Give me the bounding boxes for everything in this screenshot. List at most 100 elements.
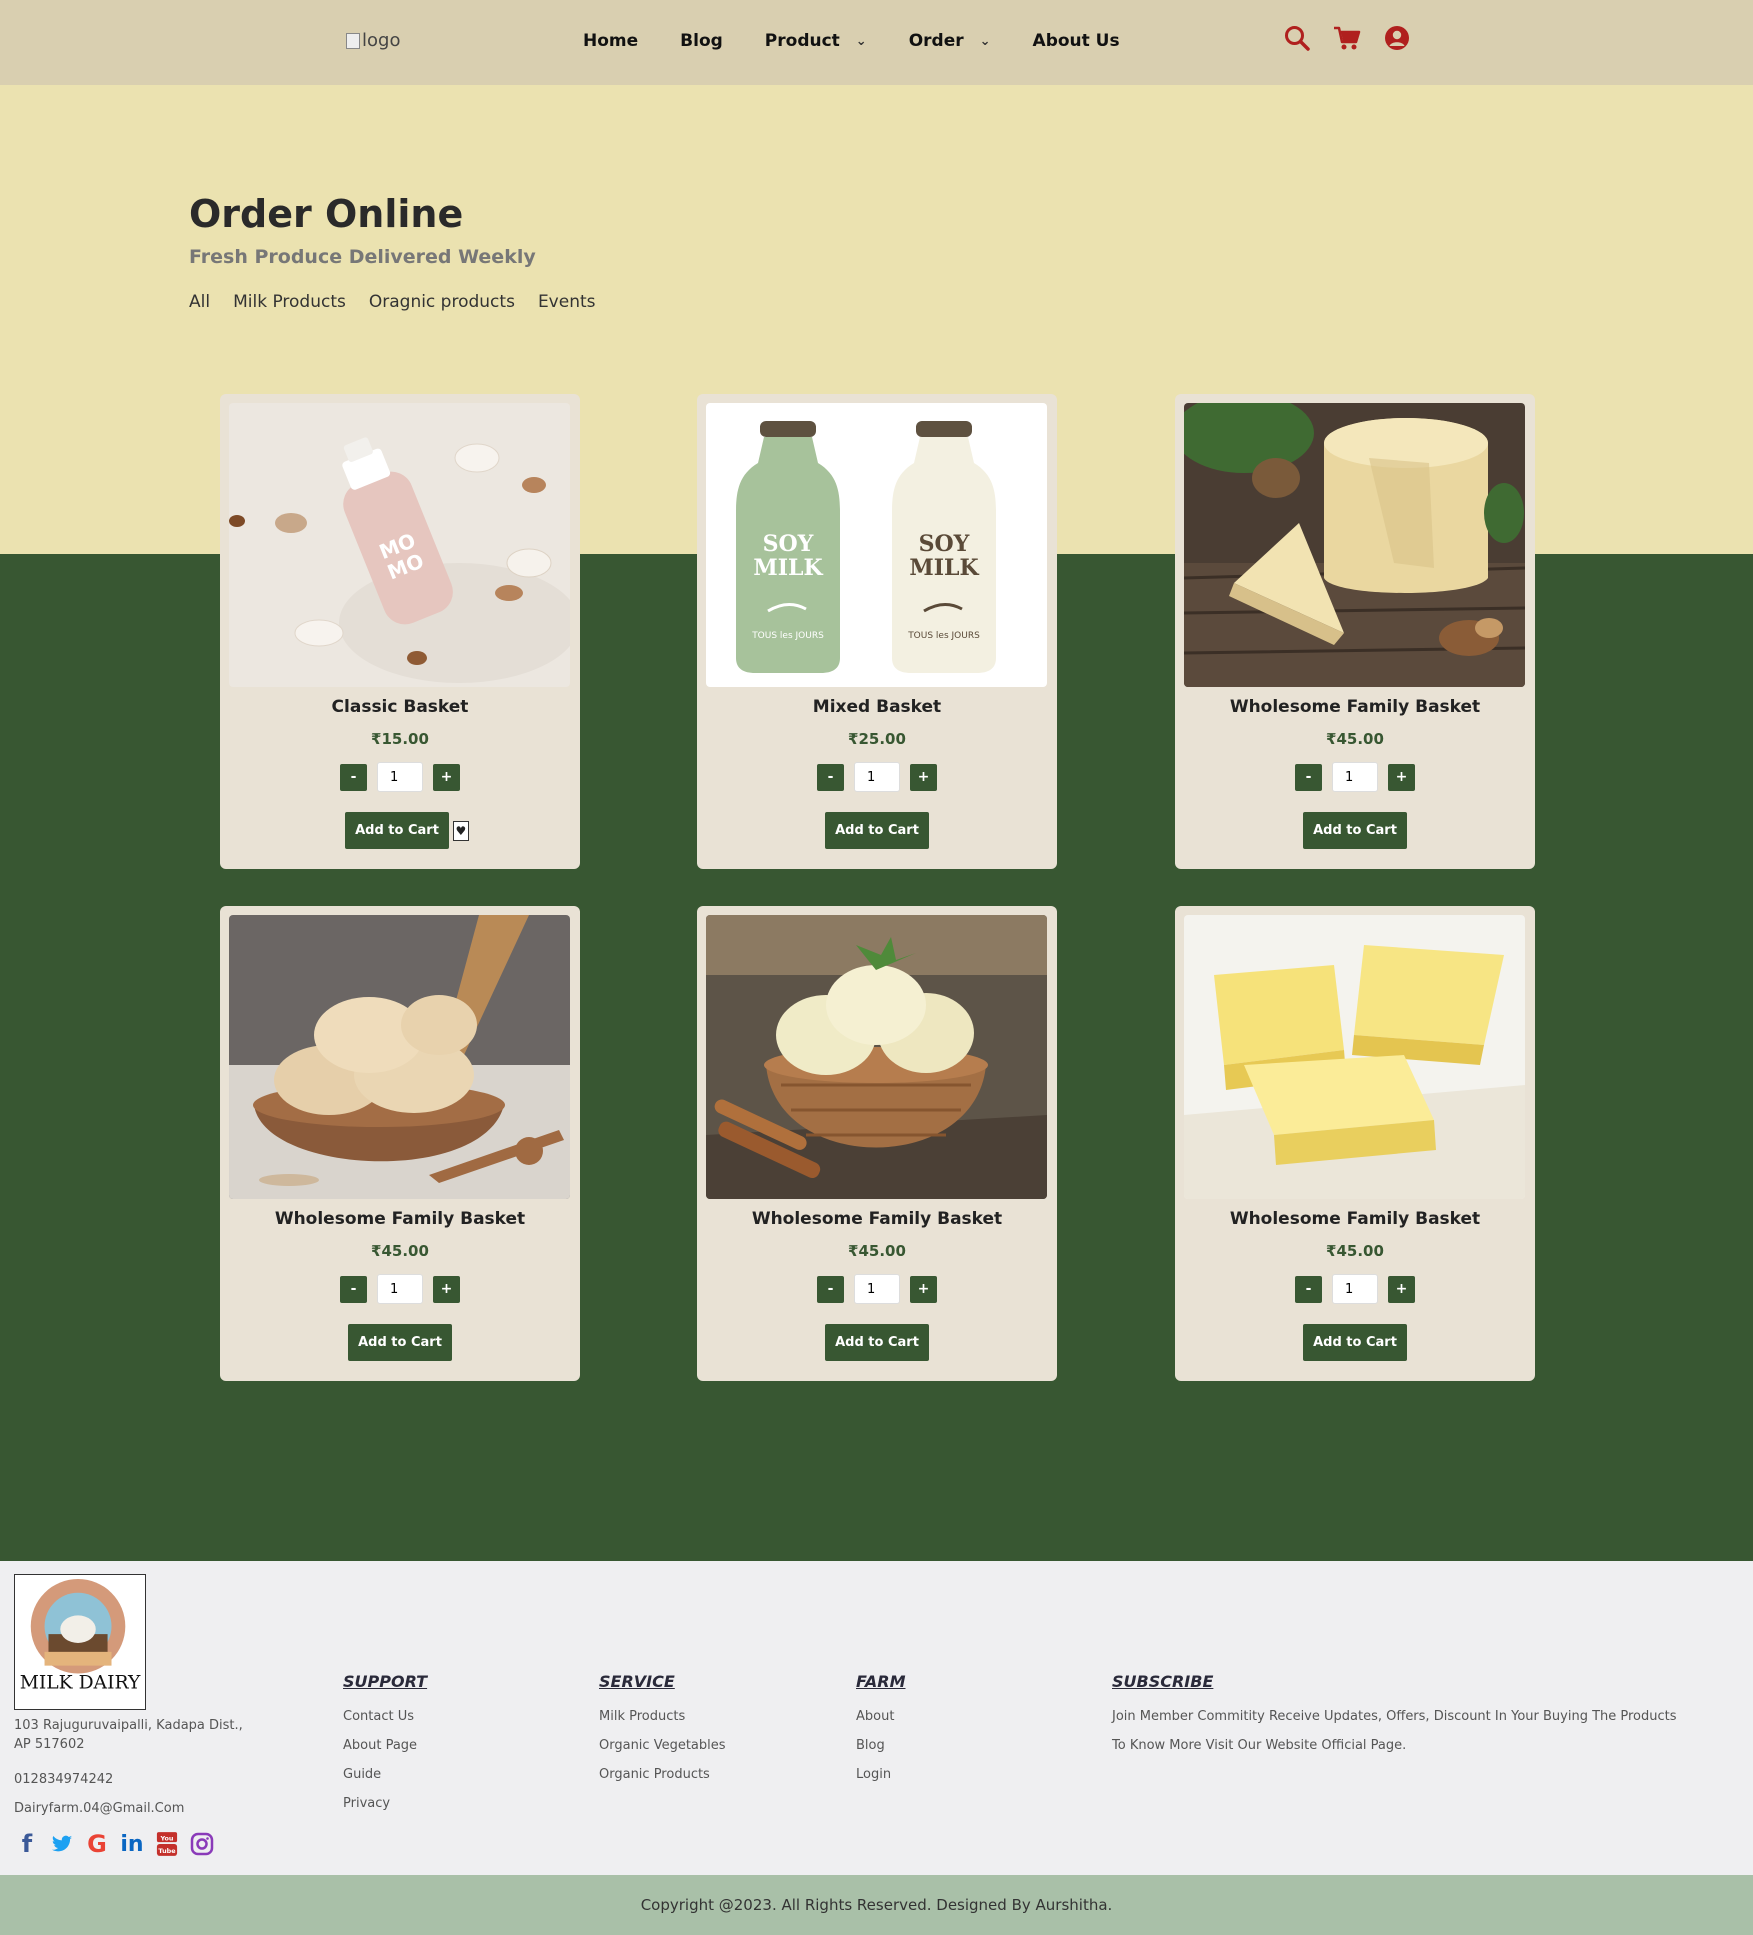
filter-all[interactable]: All — [189, 292, 210, 312]
quantity-input[interactable] — [1332, 1274, 1378, 1304]
svg-text:MILK DAIRY: MILK DAIRY — [20, 1672, 141, 1693]
footer-phone: 012834974242 — [14, 1772, 114, 1787]
add-to-cart-button[interactable]: Add to Cart — [825, 1324, 929, 1361]
page-subtitle: Fresh Produce Delivered Weekly — [189, 246, 536, 268]
broken-image-icon — [346, 32, 360, 49]
quantity-input[interactable] — [377, 762, 423, 792]
linkedin-icon[interactable]: in — [119, 1830, 145, 1858]
increase-qty-button[interactable]: + — [1388, 763, 1415, 791]
nav-product[interactable]: Product ⌄ — [765, 31, 867, 51]
logo[interactable]: logo — [346, 30, 400, 51]
product-name: Classic Basket — [331, 697, 469, 717]
product-price: ₹45.00 — [1326, 730, 1384, 748]
svg-text:SOY: SOY — [763, 531, 814, 557]
product-price: ₹15.00 — [371, 730, 429, 748]
milk-dairy-logo[interactable]: MILK DAIRY — [14, 1574, 146, 1710]
site-footer: MILK DAIRY 103 Rajuguruvaipalli, Kadapa … — [0, 1561, 1753, 1875]
link-login[interactable]: Login — [856, 1760, 906, 1789]
support-heading: SUPPORT — [343, 1672, 428, 1691]
footer-email[interactable]: Dairyfarm.04@Gmail.Com — [14, 1801, 184, 1816]
quantity-input[interactable] — [854, 762, 900, 792]
svg-text:MILK: MILK — [909, 555, 979, 581]
increase-qty-button[interactable]: + — [910, 763, 937, 791]
filter-milk-products[interactable]: Milk Products — [233, 292, 346, 312]
decrease-qty-button[interactable]: - — [340, 763, 367, 791]
add-to-cart-button[interactable]: Add to Cart — [1303, 1324, 1407, 1361]
nav-blog-label: Blog — [680, 31, 723, 51]
increase-qty-button[interactable]: + — [1388, 1275, 1415, 1303]
search-icon[interactable] — [1283, 24, 1311, 52]
link-contact-us[interactable]: Contact Us — [343, 1702, 427, 1731]
footer-subscribe: SUBSCRIBE Join Member Commitity Receive … — [1112, 1672, 1712, 1760]
cart-row: Add to Cart — [1175, 1324, 1535, 1361]
quantity-stepper: - + — [697, 1274, 1057, 1304]
nav-order-label: Order — [908, 31, 964, 51]
add-to-cart-button[interactable]: Add to Cart — [348, 1324, 452, 1361]
decrease-qty-button[interactable]: - — [1295, 1275, 1322, 1303]
add-to-cart-button[interactable]: Add to Cart — [1303, 812, 1407, 849]
footer-support: SUPPORT Contact Us About Page Guide Priv… — [343, 1672, 427, 1818]
facebook-icon[interactable]: f — [14, 1830, 40, 1858]
header-actions — [1283, 24, 1411, 52]
increase-qty-button[interactable]: + — [433, 1275, 460, 1303]
chevron-down-icon: ⌄ — [855, 33, 867, 49]
product-name: Mixed Basket — [812, 697, 942, 717]
decrease-qty-button[interactable]: - — [817, 1275, 844, 1303]
svg-text:SOY: SOY — [919, 531, 970, 557]
quantity-input[interactable] — [854, 1274, 900, 1304]
nav-blog[interactable]: Blog — [680, 31, 723, 51]
svg-text:TOUS les JOURS: TOUS les JOURS — [907, 631, 980, 641]
category-filters: All Milk Products Oragnic products Event… — [189, 292, 596, 312]
link-about[interactable]: About — [856, 1702, 906, 1731]
youtube-icon[interactable]: You Tube — [154, 1830, 180, 1858]
product-card: Wholesome Family Basket ₹45.00 - + Add t… — [1175, 394, 1535, 869]
quantity-input[interactable] — [377, 1274, 423, 1304]
link-privacy[interactable]: Privacy — [343, 1789, 427, 1818]
filter-organic-products[interactable]: Oragnic products — [369, 292, 515, 312]
product-image-vanilla-ice-cream — [706, 915, 1047, 1199]
product-price: ₹45.00 — [848, 1242, 906, 1260]
copyright: Copyright @2023. All Rights Reserved. De… — [0, 1875, 1753, 1935]
product-name: Wholesome Family Basket — [274, 1209, 526, 1229]
filter-events[interactable]: Events — [538, 292, 596, 312]
quantity-stepper: - + — [1175, 762, 1535, 792]
subscribe-heading: SUBSCRIBE — [1112, 1672, 1214, 1691]
svg-text:MILK: MILK — [753, 555, 823, 581]
svg-text:Tube: Tube — [158, 1847, 176, 1855]
user-account-icon[interactable] — [1383, 24, 1411, 52]
decrease-qty-button[interactable]: - — [817, 763, 844, 791]
cart-icon[interactable] — [1333, 24, 1361, 52]
link-organic-products[interactable]: Organic Products — [599, 1760, 726, 1789]
footer-farm: FARM About Blog Login — [856, 1672, 906, 1789]
product-name: Wholesome Family Basket — [1229, 697, 1481, 717]
product-image-soy-milk: SOY MILK TOUS les JOURS SOY MILK TOUS le… — [706, 403, 1047, 687]
nav-home[interactable]: Home — [583, 31, 638, 51]
nav-order[interactable]: Order ⌄ — [909, 31, 991, 51]
google-icon[interactable]: G — [84, 1830, 110, 1858]
decrease-qty-button[interactable]: - — [1295, 763, 1322, 791]
add-to-cart-button[interactable]: Add to Cart — [345, 812, 449, 849]
nav-home-label: Home — [583, 31, 639, 51]
twitter-icon[interactable] — [49, 1830, 75, 1858]
add-to-cart-button[interactable]: Add to Cart — [825, 812, 929, 849]
cart-row: Add to Cart — [697, 1324, 1057, 1361]
increase-qty-button[interactable]: + — [433, 763, 460, 791]
nav-product-label: Product — [764, 31, 840, 51]
nav-about-us[interactable]: About Us — [1033, 31, 1120, 51]
link-about-page[interactable]: About Page — [343, 1731, 427, 1760]
chevron-down-icon: ⌄ — [979, 33, 991, 49]
product-price: ₹45.00 — [1326, 1242, 1384, 1260]
cart-row: Add to Cart ♥ — [220, 812, 580, 849]
link-guide[interactable]: Guide — [343, 1760, 427, 1789]
instagram-icon[interactable] — [189, 1830, 215, 1858]
quantity-input[interactable] — [1332, 762, 1378, 792]
quantity-stepper: - + — [697, 762, 1057, 792]
cart-row: Add to Cart — [1175, 812, 1535, 849]
link-organic-vegetables[interactable]: Organic Vegetables — [599, 1731, 726, 1760]
decrease-qty-button[interactable]: - — [340, 1275, 367, 1303]
heart-icon[interactable]: ♥ — [452, 820, 469, 841]
link-milk-products[interactable]: Milk Products — [599, 1702, 726, 1731]
increase-qty-button[interactable]: + — [910, 1275, 937, 1303]
link-blog[interactable]: Blog — [856, 1731, 906, 1760]
social-links: f G in You Tube — [14, 1830, 215, 1858]
